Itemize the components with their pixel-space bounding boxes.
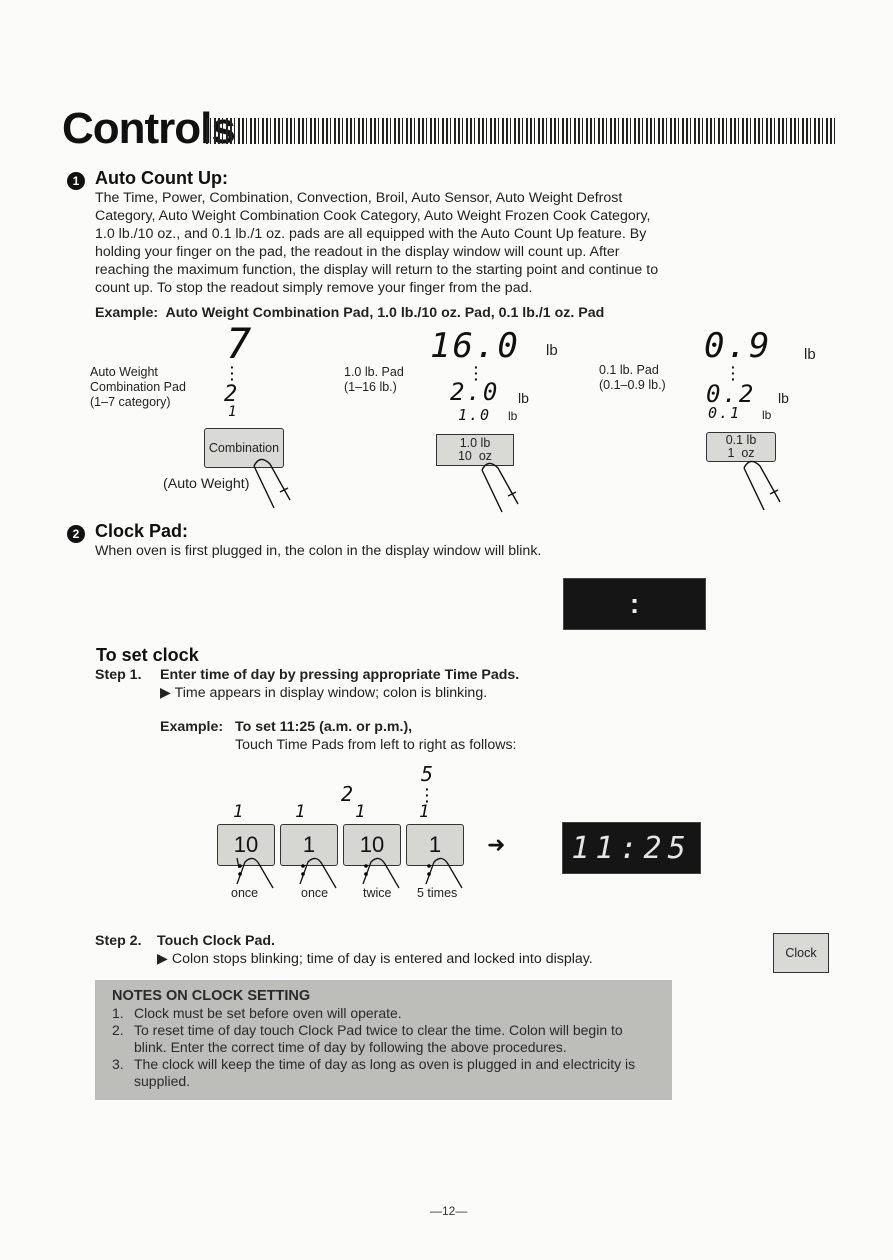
blinking-colon-display: : bbox=[563, 578, 706, 630]
clock-pad-intro: When oven is first plugged in, the colon… bbox=[95, 543, 542, 559]
note-number: 3. bbox=[112, 1056, 124, 1072]
readout-max: 0.9 bbox=[704, 326, 772, 366]
time-pads-row: 1 1 2 1 5 · · · 1 10 1 10 1 once once twic… bbox=[217, 762, 467, 907]
press-count: twice bbox=[363, 886, 392, 900]
unit-label: lb bbox=[546, 342, 558, 359]
pad-label: Clock bbox=[785, 945, 817, 960]
notes-box: NOTES ON CLOCK SETTING 1. Clock must be … bbox=[95, 980, 672, 1100]
pad-readout: 1 bbox=[355, 802, 368, 822]
paragraph-line: Category, Auto Weight Combination Cook C… bbox=[95, 208, 651, 224]
pad-readout: 1 bbox=[233, 802, 246, 822]
finger-icon bbox=[236, 857, 274, 889]
paragraph-line: holding your finger on the pad, the read… bbox=[95, 244, 620, 260]
blinking-colon: : bbox=[629, 588, 640, 619]
notes-list: 1. Clock must be set before oven will op… bbox=[112, 1005, 662, 1090]
paragraph-line: The Time, Power, Combination, Convection… bbox=[95, 190, 623, 206]
note-item: 2. To reset time of day touch Clock Pad … bbox=[112, 1022, 662, 1056]
section-heading-clock-pad: Clock Pad: bbox=[95, 521, 189, 541]
pad-readout-top: 2 bbox=[341, 782, 356, 806]
label-line: (1–7 category) bbox=[90, 395, 171, 409]
example-label: Example: bbox=[95, 305, 159, 321]
bullet-arrow-icon: ▶ bbox=[157, 951, 168, 967]
finger-icon bbox=[253, 458, 291, 509]
step2-result: ▶ Colon stops blinking; time of day is e… bbox=[157, 950, 593, 968]
pad-readout: 1 bbox=[419, 802, 432, 822]
section-number-badge: 2 bbox=[67, 525, 85, 543]
paragraph-line: reaching the maximum function, the displ… bbox=[95, 262, 659, 278]
finger-icon bbox=[299, 857, 337, 889]
readout-min: 1.0 bbox=[458, 406, 492, 424]
clock-display: 11:25 bbox=[562, 822, 701, 874]
tenth-lb-example-label: 0.1 lb. Pad (0.1–0.9 lb.) bbox=[599, 363, 666, 393]
unit-label: lb bbox=[762, 408, 772, 422]
finger-icon bbox=[425, 857, 463, 889]
finger-icon bbox=[743, 460, 781, 511]
auto-weight-caption: (Auto Weight) bbox=[163, 476, 250, 492]
ellipsis-dots: · · · bbox=[230, 359, 235, 387]
note-text: To reset time of day touch Clock Pad twi… bbox=[134, 1022, 623, 1056]
title-decorative-bars bbox=[206, 118, 836, 144]
step1-result: ▶ Time appears in display window; colon … bbox=[160, 684, 487, 702]
label-line: Auto Weight bbox=[90, 365, 158, 379]
press-count: 5 times bbox=[417, 886, 458, 900]
step1-example-title: To set 11:25 (a.m. or p.m.), bbox=[235, 719, 413, 735]
press-count: once bbox=[231, 886, 259, 900]
clock-display-time: 11:25 bbox=[571, 830, 692, 866]
unit-label: lb bbox=[778, 390, 789, 406]
arrow-right-icon: ➜ bbox=[487, 832, 506, 857]
bullet-arrow-icon: ▶ bbox=[160, 685, 171, 701]
to-set-clock-heading: To set clock bbox=[96, 645, 199, 665]
unit-label: lb bbox=[518, 390, 529, 406]
paragraph-line: 1.0 lb./10 oz., and 0.1 lb./1 oz. pads a… bbox=[95, 226, 647, 242]
pad-readout: 1 bbox=[295, 802, 308, 822]
notes-title: NOTES ON CLOCK SETTING bbox=[112, 988, 311, 1004]
note-text: Clock must be set before oven will opera… bbox=[134, 1005, 402, 1021]
note-line: supplied. bbox=[134, 1073, 191, 1089]
note-number: 2. bbox=[112, 1022, 124, 1038]
auto-count-up-paragraph: The Time, Power, Combination, Convection… bbox=[95, 189, 695, 297]
finger-icon bbox=[481, 462, 519, 513]
readout-min: 1 bbox=[228, 404, 239, 420]
note-item: 1. Clock must be set before oven will op… bbox=[112, 1005, 662, 1022]
example-line: Example: Auto Weight Combination Pad, 1.… bbox=[95, 304, 604, 322]
step2-title: Touch Clock Pad. bbox=[157, 933, 275, 949]
clock-pad-button[interactable]: Clock bbox=[773, 933, 829, 973]
note-line: The clock will keep the time of day as l… bbox=[134, 1056, 636, 1072]
note-line: To reset time of day touch Clock Pad twi… bbox=[134, 1022, 623, 1038]
step1-label: Step 1. bbox=[95, 667, 142, 683]
section-number-badge: 1 bbox=[67, 172, 85, 190]
step1-example-sub: Touch Time Pads from left to right as fo… bbox=[235, 737, 517, 753]
unit-label: lb bbox=[508, 409, 518, 423]
note-item: 3. The clock will keep the time of day a… bbox=[112, 1056, 662, 1090]
step2-result-text: Colon stops blinking; time of day is ent… bbox=[171, 951, 593, 967]
note-text: The clock will keep the time of day as l… bbox=[134, 1056, 635, 1090]
label-line: 0.1 lb. Pad bbox=[599, 363, 659, 377]
finger-icon bbox=[362, 857, 400, 889]
step1-result-text: Time appears in display window; colon is… bbox=[174, 685, 488, 701]
step1-title: Enter time of day by pressing appropriat… bbox=[160, 667, 520, 683]
label-line: Combination Pad bbox=[90, 380, 186, 394]
one-lb-example-label: 1.0 lb. Pad (1–16 lb.) bbox=[344, 365, 404, 395]
label-line: 1.0 lb. Pad bbox=[344, 365, 404, 379]
step1-example-label: Example: bbox=[160, 719, 224, 735]
paragraph-line: count up. To stop the readout simply rem… bbox=[95, 280, 533, 296]
press-count: once bbox=[301, 886, 329, 900]
readout-min: 0.1 bbox=[708, 404, 742, 422]
step2-label: Step 2. bbox=[95, 933, 142, 949]
note-number: 1. bbox=[112, 1005, 124, 1021]
note-line: blink. Enter the correct time of day by … bbox=[134, 1039, 567, 1055]
page-number: —12— bbox=[430, 1204, 468, 1218]
combination-example-label: Auto Weight Combination Pad (1–7 categor… bbox=[90, 365, 186, 410]
label-line: (0.1–0.9 lb.) bbox=[599, 378, 666, 392]
unit-label: lb bbox=[804, 346, 816, 363]
readout-mid: 2.0 bbox=[450, 378, 500, 406]
section-heading-auto-count-up: Auto Count Up: bbox=[95, 168, 228, 188]
label-line: (1–16 lb.) bbox=[344, 380, 397, 394]
